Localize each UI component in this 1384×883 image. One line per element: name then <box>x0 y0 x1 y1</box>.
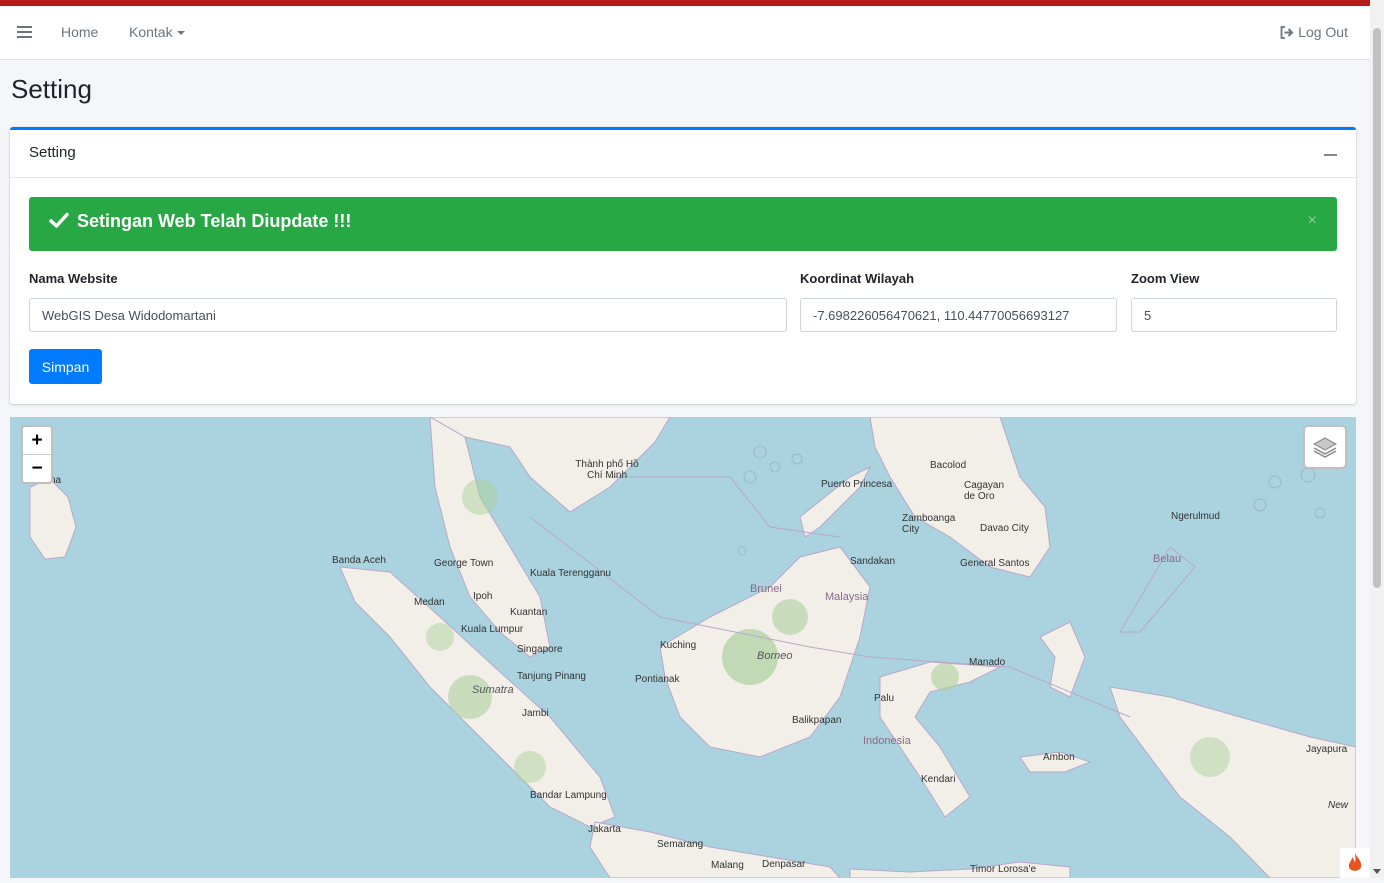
map-label: Kendari <box>921 774 956 785</box>
zoom-control: + − <box>21 425 53 484</box>
map-label: Sumatra <box>472 684 514 696</box>
map-label: Jambi <box>522 708 549 719</box>
layers-icon <box>1313 437 1337 458</box>
map-label: Kuala Terengganu <box>530 568 611 579</box>
map-label: Jakarta <box>588 824 621 835</box>
alert-close-button[interactable]: × <box>1308 212 1317 230</box>
page-title: Setting <box>11 74 92 104</box>
nav-home-link[interactable]: Home <box>61 6 98 59</box>
page-scrollbar[interactable] <box>1370 0 1384 878</box>
map-label: Sandakan <box>850 556 896 567</box>
logout-link[interactable]: Log Out <box>1280 6 1348 59</box>
map-label: Medan <box>414 597 445 608</box>
map-label: New <box>1328 800 1349 811</box>
flame-icon <box>1340 848 1370 878</box>
map-label: Davao City <box>980 523 1029 534</box>
sign-out-icon <box>1280 26 1294 39</box>
map-label: Bandar Lampung <box>530 790 607 801</box>
minus-icon <box>1324 154 1337 156</box>
nav-kontak-dropdown[interactable]: Kontak <box>129 6 185 59</box>
layers-control-button[interactable] <box>1303 425 1347 469</box>
map-label: Zamboanga City <box>902 513 956 535</box>
zoom-view-label: Zoom View <box>1131 271 1200 286</box>
success-alert: Setingan Web Telah Diupdate !!! × <box>29 197 1337 251</box>
map-label: George Town <box>434 558 494 569</box>
nama-website-label: Nama Website <box>29 271 118 286</box>
caret-down-icon <box>176 31 185 36</box>
zoom-in-button[interactable]: + <box>23 427 51 455</box>
koordinat-wilayah-input[interactable] <box>800 298 1117 332</box>
zoom-out-button[interactable]: − <box>23 455 51 482</box>
map-label: Belau <box>1153 553 1182 565</box>
scroll-down-icon[interactable] <box>1373 869 1381 874</box>
simpan-button[interactable]: Simpan <box>29 349 102 384</box>
nama-website-input[interactable] <box>29 298 787 332</box>
zoom-view-input[interactable] <box>1131 298 1337 332</box>
logout-label: Log Out <box>1298 24 1348 40</box>
koordinat-wilayah-label: Koordinat Wilayah <box>800 271 915 286</box>
map-label: Singapore <box>517 644 563 655</box>
map-label: Manado <box>969 657 1006 668</box>
map-label: Pontianak <box>635 674 680 685</box>
map-label: Bacolod <box>930 460 967 471</box>
map-label: Borneo <box>757 650 793 662</box>
map-label: Indonesia <box>863 735 911 747</box>
map-label: Banda Aceh <box>332 555 386 566</box>
map-label: General Santos <box>960 558 1030 569</box>
map-label: Kuala Lumpur <box>461 624 524 635</box>
menu-toggle-button[interactable] <box>17 6 33 59</box>
map-label: Semarang <box>657 839 704 850</box>
map-label: Thành phố Hồ Chí Minh <box>575 459 639 481</box>
card-title: Setting <box>29 144 76 161</box>
map-label: Puerto Princesa <box>821 479 893 490</box>
map-label: Cagayan de Oro <box>964 480 1005 502</box>
top-navbar: Home Kontak Log Out <box>0 6 1370 60</box>
map-label: Timor Lorosa'e <box>970 864 1037 875</box>
nav-kontak-label: Kontak <box>129 24 173 40</box>
map-label: Ngerulmud <box>1171 511 1220 522</box>
map-label: Jayapura <box>1306 744 1348 755</box>
collapse-button[interactable] <box>1324 144 1338 164</box>
map-view[interactable]: Banda Aceh George Town Kuala Terengganu … <box>10 417 1356 878</box>
map-label: Balikpapan <box>792 715 842 726</box>
card-header: Setting <box>10 130 1356 178</box>
map-label: Brunei <box>750 583 782 595</box>
check-icon <box>49 212 69 228</box>
hamburger-icon <box>17 26 32 38</box>
map-label: Tanjung Pinang <box>517 671 586 682</box>
map-label: Kuching <box>660 640 697 651</box>
map-label: Ipoh <box>473 591 493 602</box>
alert-message: Setingan Web Telah Diupdate !!! <box>77 211 352 231</box>
map-label: Denpasar <box>762 859 806 870</box>
settings-card: Setting Setingan Web Telah Diupdate !!! … <box>10 127 1356 404</box>
map-label: Malang <box>711 860 744 871</box>
map-label: Kuantan <box>510 607 548 618</box>
scrollbar-thumb[interactable] <box>1373 28 1381 588</box>
map-label: Palu <box>874 693 895 704</box>
map-label: Malaysia <box>825 591 869 603</box>
map-label: Ambon <box>1043 752 1075 763</box>
